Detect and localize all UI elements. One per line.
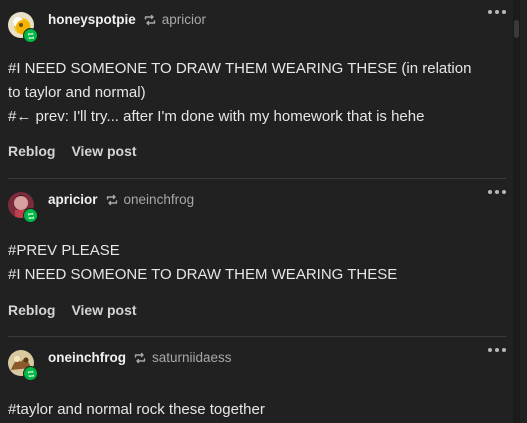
reblog-icon [105,193,119,207]
author-link[interactable]: honeyspotpie [48,12,136,27]
tag-line[interactable]: to taylor and normal) [8,81,478,105]
view-post-link[interactable]: View post [71,143,136,159]
avatar[interactable] [8,192,38,223]
source-link[interactable]: saturniidaess [152,350,232,365]
note-header: apricior oneinchfrog [8,186,506,223]
reblog-icon [143,13,157,27]
note-header: honeyspotpie apricior [8,6,506,43]
tag-line[interactable]: #I NEED SOMEONE TO DRAW THEM WEARING THE… [8,57,478,81]
avatar[interactable] [8,12,38,43]
divider [8,178,506,179]
more-options-icon[interactable] [488,10,506,14]
tag-line[interactable]: #PREV PLEASE [8,239,478,263]
note-item: honeyspotpie apricior #I NEED SOMEONE TO… [0,6,506,176]
tag-line[interactable]: #taylor and normal rock these together [8,398,478,422]
author-link[interactable]: oneinchfrog [48,350,126,365]
avatar[interactable] [8,350,38,381]
note-names: honeyspotpie apricior [48,12,206,27]
scrollbar-thumb[interactable] [514,20,519,38]
scrollbar[interactable] [513,0,520,423]
reblog-icon [133,351,147,365]
view-post-link[interactable]: View post [71,302,136,318]
source-link[interactable]: oneinchfrog [124,192,195,207]
author-link[interactable]: apricior [48,192,98,207]
more-options-icon[interactable] [488,190,506,194]
more-options-icon[interactable] [488,348,506,352]
reblog-badge-icon [23,28,38,43]
tags-block: #PREV PLEASE #I NEED SOMEONE TO DRAW THE… [8,239,478,287]
note-names: oneinchfrog saturniidaess [48,350,232,365]
reblog-badge-icon [23,208,38,223]
note-actions: Reblog View post [8,302,137,318]
tag-line[interactable]: #I NEED SOMEONE TO DRAW THEM WEARING THE… [8,263,478,287]
tag-line[interactable]: #← prev: I'll try... after I'm done with… [8,105,478,129]
divider [8,336,506,337]
reblog-button[interactable]: Reblog [8,302,55,318]
reblog-badge-icon [23,366,38,381]
reblog-button[interactable]: Reblog [8,143,55,159]
note-item: apricior oneinchfrog #PREV PLEASE #I NEE… [0,186,506,336]
notes-feed: honeyspotpie apricior #I NEED SOMEONE TO… [0,0,520,423]
note-actions: Reblog View post [8,143,137,159]
note-header: oneinchfrog saturniidaess [8,344,506,381]
source-link[interactable]: apricior [162,12,206,27]
tags-block: #taylor and normal rock these together [8,398,478,422]
note-names: apricior oneinchfrog [48,192,194,207]
tags-block: #I NEED SOMEONE TO DRAW THEM WEARING THE… [8,57,478,129]
note-item: oneinchfrog saturniidaess #taylor and no… [0,344,506,423]
